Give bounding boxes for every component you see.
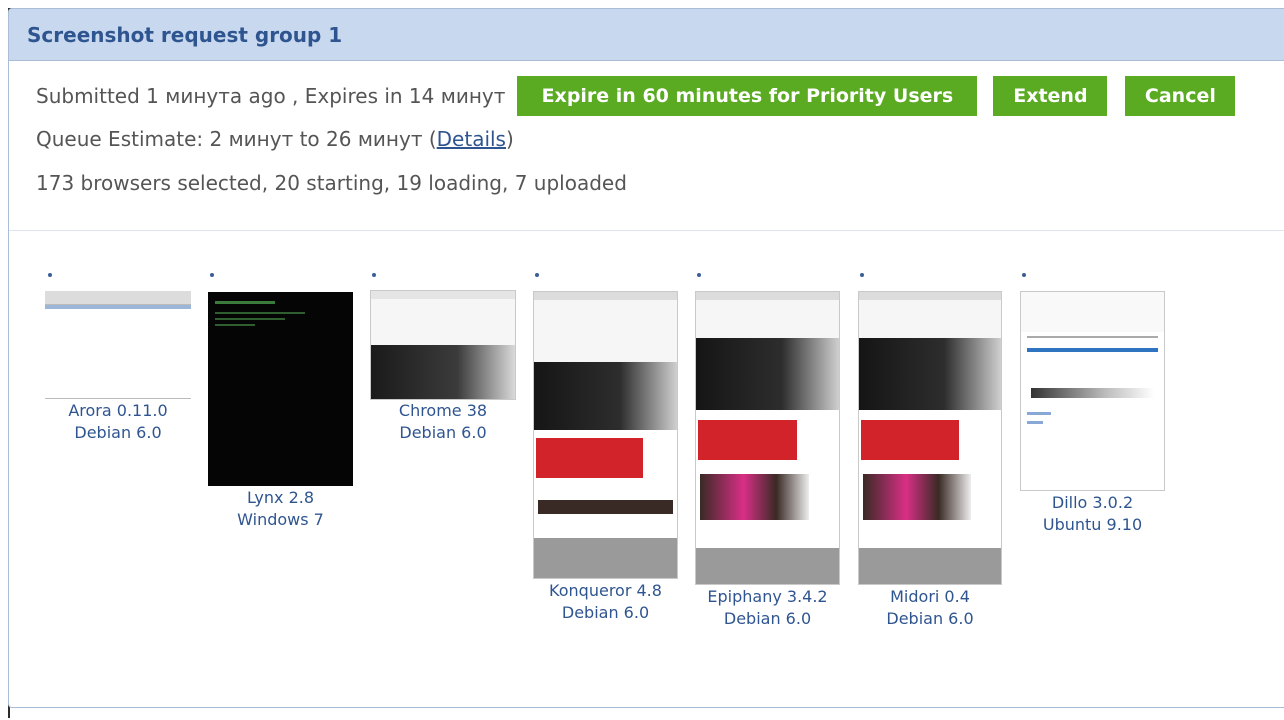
extend-button[interactable]: Extend — [993, 76, 1108, 116]
browser-name: Midori 0.4 — [890, 587, 970, 606]
cancel-button[interactable]: Cancel — [1125, 76, 1236, 116]
os-name: Ubuntu 9.10 — [1042, 515, 1143, 534]
expire-priority-button[interactable]: Expire in 60 minutes for Priority Users — [517, 76, 978, 116]
os-name: Debian 6.0 — [399, 423, 487, 442]
queue-estimate-suffix: ) — [505, 127, 514, 151]
screenshot-caption: Dillo 3.0.2 Ubuntu 9.10 — [1020, 492, 1165, 536]
screenshot-thumbnail-konqueror[interactable] — [533, 291, 678, 579]
panel-title: Screenshot request group 1 — [27, 22, 343, 47]
queue-estimate-text: Queue Estimate: 2 минут to 26 минут ( — [36, 127, 437, 151]
screenshot-thumbnail-lynx[interactable] — [208, 292, 353, 486]
screenshot-caption: Midori 0.4 Debian 6.0 — [858, 586, 1002, 630]
status-dot — [860, 273, 864, 277]
screenshot-thumbnail-midori[interactable] — [858, 291, 1002, 585]
browser-name: Chrome 38 — [398, 401, 488, 420]
browser-name: Konqueror 4.8 — [549, 581, 662, 600]
screenshot-caption: Lynx 2.8 Windows 7 — [208, 487, 353, 531]
queue-estimate: Queue Estimate: 2 минут to 26 минут (Det… — [36, 127, 514, 151]
request-group-panel: Screenshot request group 1 Submitted 1 м… — [8, 8, 1284, 708]
browser-name: Dillo 3.0.2 — [1051, 493, 1134, 512]
browser-status-summary: 173 browsers selected, 20 starting, 19 l… — [36, 171, 627, 195]
os-name: Debian 6.0 — [561, 603, 650, 622]
screenshot-thumbnail-arora[interactable] — [45, 291, 191, 399]
status-dot — [697, 273, 701, 277]
panel-header: Screenshot request group 1 — [9, 9, 1284, 61]
status-dot — [48, 273, 52, 277]
status-dot — [372, 273, 376, 277]
submitted-text: Submitted 1 минута ago , Expires in 14 м… — [36, 84, 506, 108]
os-name: Debian 6.0 — [723, 609, 812, 628]
screenshot-gallery: Arora 0.11.0 Debian 6.0 Lynx 2.8 Windows… — [9, 231, 1284, 701]
screenshot-caption: Arora 0.11.0 Debian 6.0 — [45, 400, 191, 444]
screenshot-thumbnail-dillo[interactable] — [1020, 291, 1165, 491]
browser-name: Epiphany 3.4.2 — [707, 587, 828, 606]
request-info: Submitted 1 минута ago , Expires in 14 м… — [9, 61, 1284, 231]
os-name: Windows 7 — [237, 510, 324, 529]
status-dot — [210, 273, 214, 277]
status-dot — [535, 273, 539, 277]
screenshot-thumbnail-chrome[interactable] — [370, 290, 516, 400]
screenshot-thumbnail-epiphany[interactable] — [695, 291, 840, 585]
screenshot-caption: Konqueror 4.8 Debian 6.0 — [533, 580, 678, 624]
screenshot-caption: Chrome 38 Debian 6.0 — [370, 400, 516, 444]
browser-name: Arora 0.11.0 — [68, 401, 168, 420]
details-link[interactable]: Details — [437, 127, 506, 151]
status-dot — [1022, 273, 1026, 277]
screenshot-caption: Epiphany 3.4.2 Debian 6.0 — [695, 586, 840, 630]
os-name: Debian 6.0 — [886, 609, 974, 628]
browser-name: Lynx 2.8 — [246, 488, 315, 507]
os-name: Debian 6.0 — [74, 423, 162, 442]
